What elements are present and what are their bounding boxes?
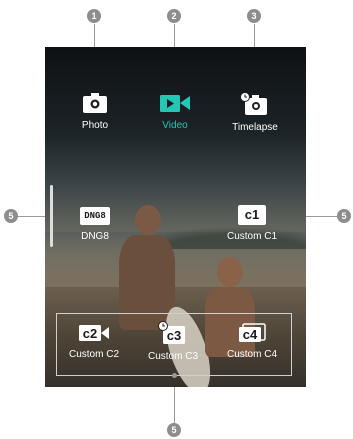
- mode-photo-label: Photo: [81, 120, 109, 131]
- mode-custom-c4[interactable]: c4 Custom C4: [221, 323, 283, 360]
- custom-c3-badge: c3: [167, 328, 181, 343]
- custom-c4-badge: c4: [243, 327, 258, 342]
- mode-custom-c2-label: Custom C2: [68, 349, 119, 360]
- person-right-head: [217, 257, 243, 287]
- callout-1: 1: [87, 9, 101, 23]
- callout-5-bottom: 5: [167, 423, 181, 437]
- custom-c3-icon: c3: [158, 321, 185, 344]
- mode-dng8[interactable]: DNG8 DNG8: [69, 207, 121, 242]
- callout-dot-bottom: [172, 373, 177, 378]
- person-left-head: [135, 205, 161, 235]
- custom-c1-icon: c1: [238, 205, 266, 225]
- mode-custom-c1-label: Custom C1: [226, 231, 277, 242]
- timelapse-icon: [240, 92, 267, 115]
- custom-c4-icon: c4: [239, 323, 266, 342]
- mode-video-label: Video: [162, 120, 188, 131]
- mode-custom-c2[interactable]: c2 Custom C2: [63, 323, 125, 360]
- mode-custom-c3-label: Custom C3: [147, 351, 198, 362]
- mode-timelapse[interactable]: Timelapse: [220, 92, 290, 133]
- mode-custom-c3[interactable]: c3 Custom C3: [142, 321, 204, 362]
- callout-3: 3: [247, 9, 261, 23]
- camera-preview: Photo Video Timelapse DNG8 DNG8 c1 Custo…: [45, 47, 306, 387]
- callout-2: 2: [167, 9, 181, 23]
- video-camera-icon: [160, 95, 190, 112]
- dng8-icon: DNG8: [80, 207, 110, 225]
- mode-custom-c1[interactable]: c1 Custom C1: [215, 205, 289, 242]
- mode-dng8-label: DNG8: [81, 231, 109, 242]
- mode-video[interactable]: Video: [147, 92, 203, 131]
- custom-c2-badge: c2: [83, 326, 97, 341]
- photo-icon: [83, 93, 107, 113]
- custom-c2-icon: c2: [79, 325, 109, 341]
- mode-custom-c4-label: Custom C4: [226, 349, 277, 360]
- mode-timelapse-label: Timelapse: [232, 122, 278, 133]
- scroll-indicator[interactable]: [50, 185, 53, 247]
- callout-5-right: 5: [337, 209, 351, 223]
- callout-5-left: 5: [4, 209, 18, 223]
- mode-photo[interactable]: Photo: [67, 92, 123, 131]
